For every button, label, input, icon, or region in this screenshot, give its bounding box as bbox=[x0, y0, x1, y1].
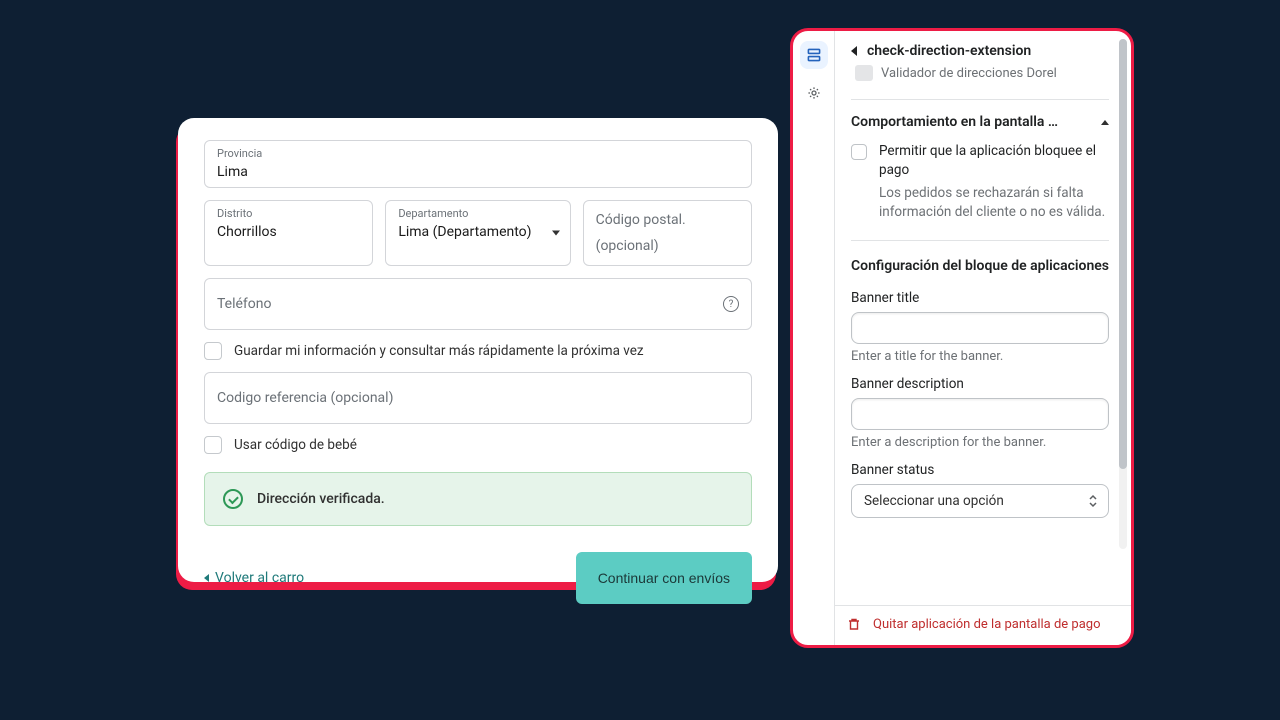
panel-subtitle: Validador de direcciones Dorel bbox=[881, 66, 1057, 81]
banner-status-label: Banner status bbox=[851, 462, 1109, 478]
province-value: Lima bbox=[217, 164, 248, 180]
scroll-thumb[interactable] bbox=[1119, 39, 1127, 469]
banner-status-placeholder: Seleccionar una opción bbox=[864, 493, 1004, 509]
help-icon[interactable]: ? bbox=[723, 296, 739, 312]
chevron-left-icon bbox=[204, 574, 209, 582]
chevron-up-icon bbox=[1101, 120, 1109, 125]
banner-title-group: Banner title Enter a title for the banne… bbox=[851, 290, 1109, 364]
check-circle-icon bbox=[223, 489, 243, 509]
panel-back-icon[interactable] bbox=[851, 46, 857, 56]
app-block-config-section: Configuración del bloque de aplicaciones… bbox=[851, 240, 1109, 518]
baby-code-label: Usar código de bebé bbox=[234, 437, 357, 453]
block-payment-checkbox[interactable] bbox=[851, 144, 867, 160]
banner-desc-group: Banner description Enter a description f… bbox=[851, 376, 1109, 450]
section2-title: Configuración del bloque de aplicaciones bbox=[851, 257, 1109, 276]
district-department-row: Distrito Chorrillos Departamento Lima (D… bbox=[204, 200, 752, 266]
panel-subtitle-row: Validador de direcciones Dorel bbox=[855, 65, 1109, 81]
settings-tab-icon[interactable] bbox=[800, 79, 828, 107]
block-payment-label: Permitir que la aplicación bloquee el pa… bbox=[879, 142, 1109, 180]
reference-code-field[interactable]: Codigo referencia (opcional) bbox=[204, 372, 752, 424]
reference-code-placeholder: Codigo referencia (opcional) bbox=[217, 390, 393, 406]
select-caret-icon bbox=[1087, 493, 1099, 509]
checkout-footer: Volver al carro Continuar con envíos bbox=[204, 552, 752, 604]
address-verified-banner: Dirección verificada. bbox=[204, 472, 752, 526]
back-to-cart-link[interactable]: Volver al carro bbox=[204, 570, 304, 586]
accordion-head[interactable]: Comportamiento en la pantalla d… bbox=[851, 114, 1109, 130]
banner-title-label: Banner title bbox=[851, 290, 1109, 306]
verified-text: Dirección verificada. bbox=[257, 491, 385, 507]
banner-title-input[interactable] bbox=[851, 312, 1109, 344]
back-link-label: Volver al carro bbox=[215, 570, 304, 586]
postal-field[interactable]: Código postal. (opcional) bbox=[583, 200, 752, 266]
behavior-accordion: Comportamiento en la pantalla d… Permiti… bbox=[851, 99, 1109, 222]
department-select[interactable]: Departamento Lima (Departamento) bbox=[385, 200, 570, 266]
panel-header: check-direction-extension bbox=[851, 43, 1109, 59]
panel-body: check-direction-extension Validador de d… bbox=[835, 31, 1131, 645]
extension-settings-panel: check-direction-extension Validador de d… bbox=[790, 28, 1134, 648]
department-label: Departamento bbox=[398, 207, 541, 221]
save-info-row[interactable]: Guardar mi información y consultar más r… bbox=[204, 342, 752, 360]
continue-shipping-button[interactable]: Continuar con envíos bbox=[576, 552, 752, 604]
baby-code-checkbox[interactable] bbox=[204, 436, 222, 454]
app-type-icon bbox=[855, 65, 873, 81]
remove-app-link[interactable]: Quitar aplicación de la pantalla de pago bbox=[873, 616, 1101, 633]
banner-desc-label: Banner description bbox=[851, 376, 1109, 392]
banner-title-help: Enter a title for the banner. bbox=[851, 349, 1109, 364]
phone-field[interactable]: Teléfono ? bbox=[204, 278, 752, 330]
baby-code-row[interactable]: Usar código de bebé bbox=[204, 436, 752, 454]
scrollbar[interactable] bbox=[1119, 39, 1127, 549]
district-field[interactable]: Distrito Chorrillos bbox=[204, 200, 373, 266]
district-label: Distrito bbox=[217, 207, 360, 221]
panel-footer: Quitar aplicación de la pantalla de pago bbox=[835, 605, 1131, 645]
province-label: Provincia bbox=[217, 147, 739, 161]
province-field[interactable]: Provincia Lima bbox=[204, 140, 752, 188]
banner-status-select[interactable]: Seleccionar una opción bbox=[851, 484, 1109, 518]
district-value: Chorrillos bbox=[217, 224, 277, 240]
banner-desc-help: Enter a description for the banner. bbox=[851, 435, 1109, 450]
chevron-down-icon bbox=[552, 231, 560, 236]
postal-placeholder: Código postal. (opcional) bbox=[596, 212, 686, 254]
block-payment-setting: Permitir que la aplicación bloquee el pa… bbox=[851, 142, 1109, 222]
icon-rail bbox=[793, 31, 835, 645]
save-info-checkbox[interactable] bbox=[204, 342, 222, 360]
block-payment-help: Los pedidos se rechazarán si falta infor… bbox=[879, 184, 1109, 222]
department-value: Lima (Departamento) bbox=[398, 224, 531, 240]
sections-tab-icon[interactable] bbox=[800, 41, 828, 69]
trash-icon[interactable] bbox=[847, 616, 861, 635]
accordion-title: Comportamiento en la pantalla d… bbox=[851, 114, 1061, 130]
checkout-card: Provincia Lima Distrito Chorrillos Depar… bbox=[178, 118, 778, 582]
banner-status-group: Banner status Seleccionar una opción bbox=[851, 462, 1109, 518]
banner-desc-input[interactable] bbox=[851, 398, 1109, 430]
phone-placeholder: Teléfono bbox=[217, 296, 272, 312]
save-info-label: Guardar mi información y consultar más r… bbox=[234, 343, 644, 359]
panel-title: check-direction-extension bbox=[867, 43, 1031, 59]
